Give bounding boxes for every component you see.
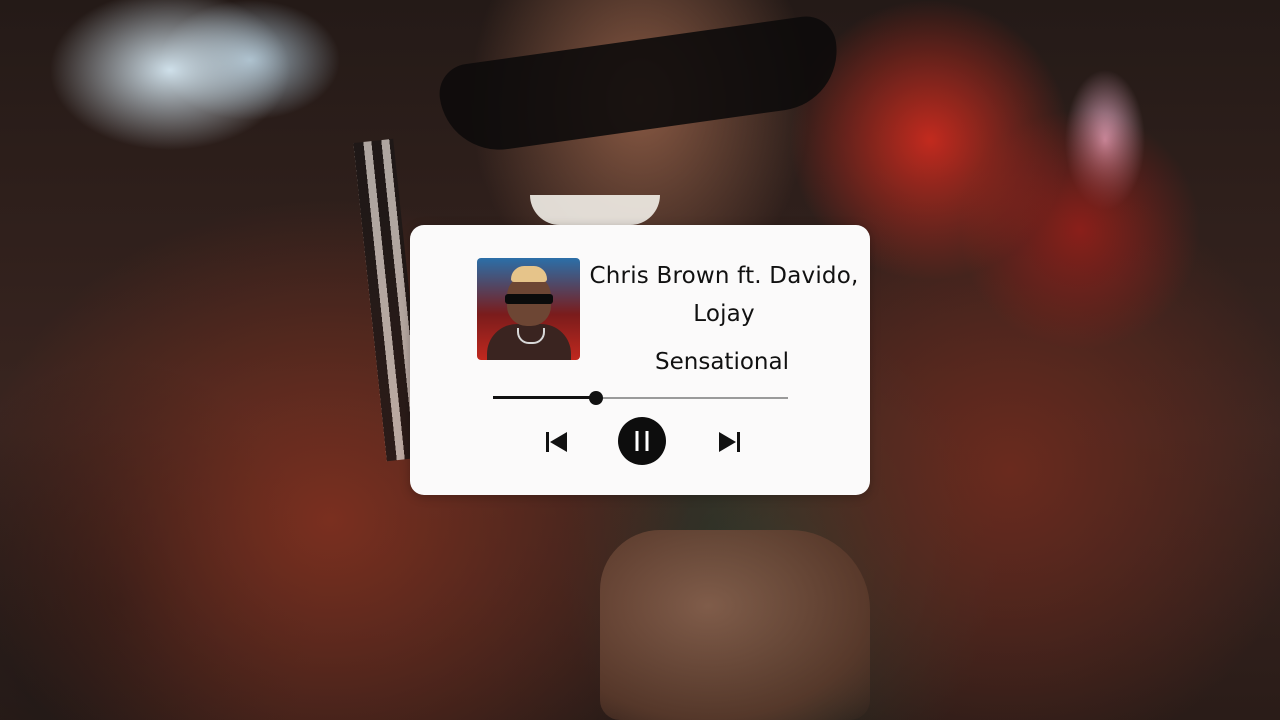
- progress-bar-handle[interactable]: [589, 391, 604, 405]
- music-player-card: Chris Brown ft. Davido, Lojay Sensationa…: [410, 225, 870, 495]
- video-frame: Chris Brown ft. Davido, Lojay Sensationa…: [0, 0, 1280, 720]
- background-hand: [600, 530, 870, 720]
- artist-name: Chris Brown ft. Davido, Lojay: [589, 263, 859, 327]
- background-smile: [530, 195, 660, 225]
- progress-bar[interactable]: [493, 391, 788, 405]
- progress-bar-fill: [493, 396, 597, 399]
- skip-next-icon: [719, 432, 740, 452]
- next-track-button[interactable]: [716, 429, 742, 455]
- album-art-figure-hair: [511, 266, 547, 282]
- pause-icon: [635, 431, 649, 451]
- album-art: [477, 258, 580, 360]
- track-title: Sensational: [655, 349, 789, 375]
- album-art-figure-glasses: [505, 294, 553, 304]
- skip-previous-icon: [546, 432, 567, 452]
- pause-button[interactable]: [618, 417, 666, 465]
- previous-track-button[interactable]: [544, 429, 570, 455]
